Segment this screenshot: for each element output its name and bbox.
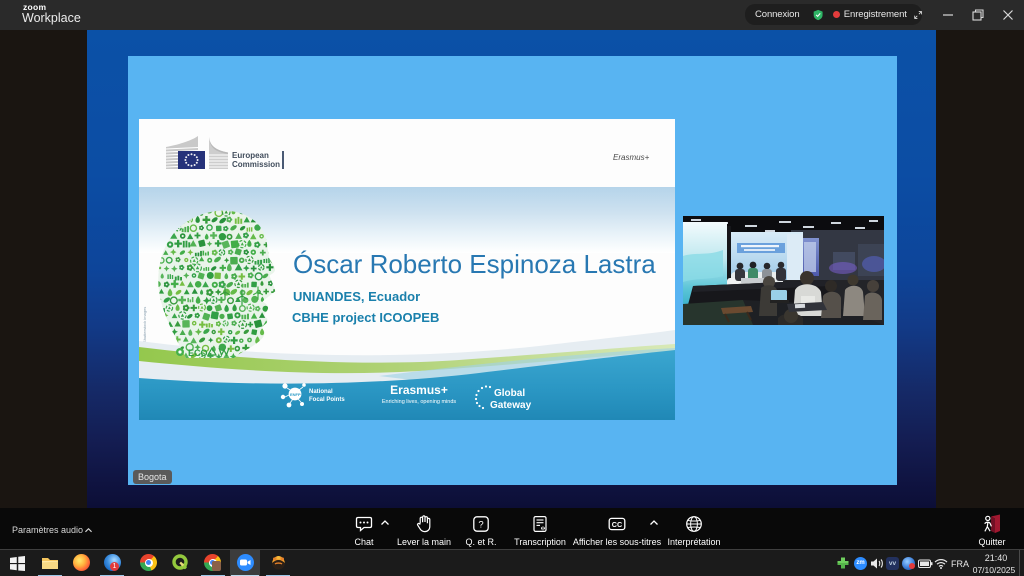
svg-text:CC: CC [612,520,622,529]
svg-text:?: ? [478,519,483,530]
svg-text:ECO: ECO [188,348,208,358]
svg-text:Focal Points: Focal Points [309,397,345,403]
svg-text:Global: Global [494,388,525,399]
svg-text:Gateway: Gateway [490,400,532,411]
svg-text:ENFP: ENFP [290,392,301,397]
svg-text:National: National [309,389,333,395]
